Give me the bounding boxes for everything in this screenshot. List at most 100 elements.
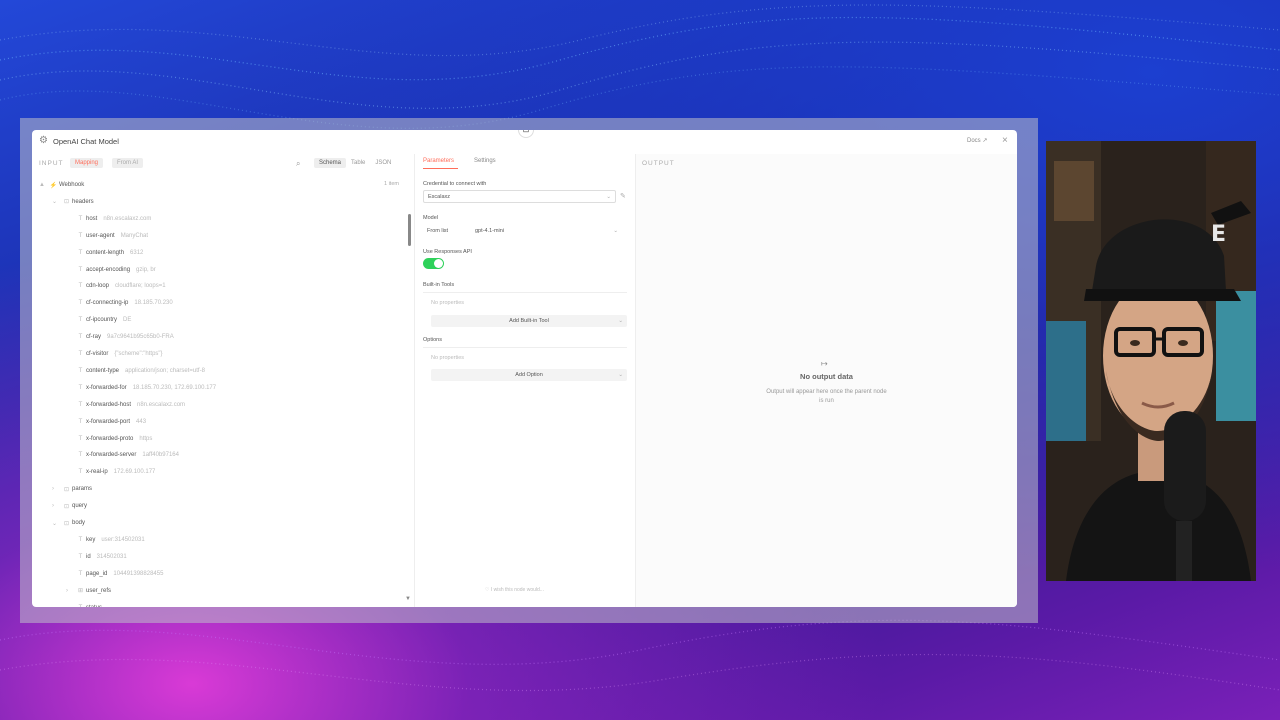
search-icon[interactable]: ⌕: [296, 159, 300, 169]
builtin-tools-label: Built-in Tools: [423, 282, 455, 288]
model-select[interactable]: gpt-4.1-mini ⌄: [471, 225, 621, 237]
tree-toggle-icon[interactable]: ›: [66, 588, 75, 594]
tree-row[interactable]: Tx-forwarded-proto https: [66, 432, 153, 446]
tree-row[interactable]: Tcf-connecting-ip 18.185.70.230: [66, 296, 173, 310]
input-scrollbar[interactable]: [408, 214, 411, 246]
field-key[interactable]: cf-ipcountry: [86, 317, 117, 323]
tree-row[interactable]: › ⊞ user_refs: [66, 584, 117, 598]
field-key[interactable]: cf-connecting-ip: [86, 300, 128, 306]
parameters-panel: Parameters Settings Credential to connec…: [415, 154, 636, 607]
field-value: 104491398828455: [113, 570, 164, 577]
field-key[interactable]: id: [86, 554, 91, 560]
field-key[interactable]: cdn-loop: [86, 283, 109, 289]
tree-row[interactable]: Tkey user:314502031: [66, 533, 145, 547]
field-key[interactable]: x-forwarded-host: [86, 402, 131, 408]
tree-row[interactable]: Tx-real-ip 172.69.100.177: [66, 465, 156, 479]
robot-icon: ⊟: [518, 130, 534, 138]
tree-row[interactable]: › ⊡ query: [52, 499, 93, 513]
tab-table[interactable]: Table: [346, 158, 370, 168]
tree-toggle-icon[interactable]: ›: [52, 486, 61, 492]
scroll-down-icon[interactable]: ▼: [405, 596, 411, 602]
tree-row[interactable]: Tx-forwarded-host n8n.escalaxz.com: [66, 398, 185, 412]
responses-api-label: Use Responses API: [423, 249, 472, 255]
field-key[interactable]: accept-encoding: [86, 267, 130, 273]
tree-row[interactable]: Tstatus: [66, 601, 108, 608]
field-key[interactable]: x-forwarded-proto: [86, 436, 133, 442]
tree-row[interactable]: ⌄ ⊡ headers: [52, 195, 100, 209]
field-key[interactable]: x-real-ip: [86, 469, 108, 475]
tree-row[interactable]: ⌄ ⊡ body: [52, 516, 91, 530]
tree-row[interactable]: Tx-forwarded-server 1aff40b97164: [66, 448, 179, 462]
edit-pencil-icon[interactable]: ✎: [620, 192, 626, 200]
close-icon[interactable]: ×: [1002, 135, 1008, 146]
model-mode-select[interactable]: From list: [423, 225, 468, 237]
credential-select[interactable]: Escalaxz ⌄: [423, 190, 616, 203]
options-label: Options: [423, 337, 442, 343]
responses-api-toggle[interactable]: [423, 258, 444, 269]
tree-row[interactable]: Thost n8n.escalaxz.com: [66, 212, 152, 226]
tree-row[interactable]: ▲ ⚡ Webhook: [39, 178, 90, 192]
field-value: 18.185.70.230, 172.69.100.177: [132, 384, 217, 391]
field-key[interactable]: page_id: [86, 571, 107, 577]
field-key[interactable]: content-length: [86, 250, 124, 256]
tree-row[interactable]: Tcontent-type application/json; charset=u…: [66, 364, 205, 378]
add-option-label: Add Option: [515, 372, 543, 378]
tree-row[interactable]: Tcf-visitor {"scheme":"https"}: [66, 347, 163, 361]
chevron-down-icon: ⌄: [618, 318, 623, 324]
field-value: n8n.escalaxz.com: [103, 215, 152, 222]
field-key[interactable]: status: [86, 605, 102, 608]
tab-settings[interactable]: Settings: [474, 158, 496, 164]
field-key[interactable]: host: [86, 216, 97, 222]
field-key[interactable]: x-forwarded-for: [86, 385, 127, 391]
tab-schema[interactable]: Schema: [314, 158, 347, 168]
type-icon: T: [78, 300, 83, 307]
tree-row[interactable]: Tx-forwarded-for 18.185.70.230, 172.69.10…: [66, 381, 216, 395]
field-key[interactable]: content-type: [86, 368, 119, 374]
tree-row[interactable]: Tcf-ray 9a7c9641b95c65b0-FRA: [66, 330, 174, 344]
field-key[interactable]: user-agent: [86, 233, 115, 239]
field-key[interactable]: query: [72, 503, 87, 509]
add-builtin-tool-button[interactable]: Add Built-in Tool ⌄: [431, 315, 627, 327]
field-key[interactable]: cf-visitor: [86, 351, 108, 357]
builtin-tools-empty: No properties: [431, 300, 465, 306]
add-option-button[interactable]: Add Option ⌄: [431, 369, 627, 381]
tree-row[interactable]: Tuser-agent ManyChat: [66, 229, 148, 243]
type-icon: T: [75, 605, 86, 608]
tree-row[interactable]: › ⊡ params: [52, 482, 98, 496]
field-key[interactable]: headers: [72, 199, 94, 205]
tree-row[interactable]: Tcontent-length 6312: [66, 246, 144, 260]
tree-row[interactable]: Tcf-ipcountry DE: [66, 313, 132, 327]
field-value: 9a7c9641b95c65b0-FRA: [107, 334, 174, 341]
tree-toggle-icon[interactable]: ▲: [39, 182, 48, 188]
field-key[interactable]: cf-ray: [86, 334, 101, 340]
tree-toggle-icon[interactable]: ⌄: [52, 198, 61, 205]
field-value: n8n.escalaxz.com: [137, 401, 186, 408]
tree-toggle-icon[interactable]: ›: [52, 503, 61, 509]
tree-row[interactable]: Tx-forwarded-port 443: [66, 415, 146, 429]
mapping-tab[interactable]: Mapping: [70, 158, 104, 168]
type-icon: ⊡: [63, 486, 70, 493]
tree-row[interactable]: Tpage_id 104491398828455: [66, 567, 164, 581]
field-value: 172.69.100.177: [113, 469, 156, 476]
chevron-down-icon: ⌄: [613, 228, 618, 234]
docs-link[interactable]: Docs ↗: [967, 137, 987, 144]
field-key[interactable]: user_refs: [86, 588, 111, 594]
toggle-knob: [434, 259, 443, 268]
tree-row[interactable]: Taccept-encoding gzip, br: [66, 263, 156, 277]
type-icon: T: [78, 536, 83, 543]
from-ai-tab[interactable]: From AI: [112, 158, 144, 168]
field-key[interactable]: params: [72, 486, 92, 492]
type-icon: ⊡: [63, 503, 70, 510]
field-key[interactable]: body: [72, 520, 85, 526]
field-value: DE: [123, 317, 132, 324]
field-key[interactable]: x-forwarded-port: [86, 419, 130, 425]
tree-row[interactable]: Tcdn-loop cloudflare; loops=1: [66, 279, 166, 293]
tab-parameters[interactable]: Parameters: [423, 158, 454, 164]
tab-json[interactable]: JSON: [370, 158, 396, 168]
tree-row[interactable]: Tid 314502031: [66, 550, 127, 564]
field-key[interactable]: Webhook: [59, 182, 84, 188]
field-key[interactable]: x-forwarded-server: [86, 452, 136, 458]
field-key[interactable]: key: [86, 537, 95, 543]
feedback-link[interactable]: ♡ I wish this node would...: [485, 587, 544, 593]
tree-toggle-icon[interactable]: ⌄: [52, 520, 61, 527]
